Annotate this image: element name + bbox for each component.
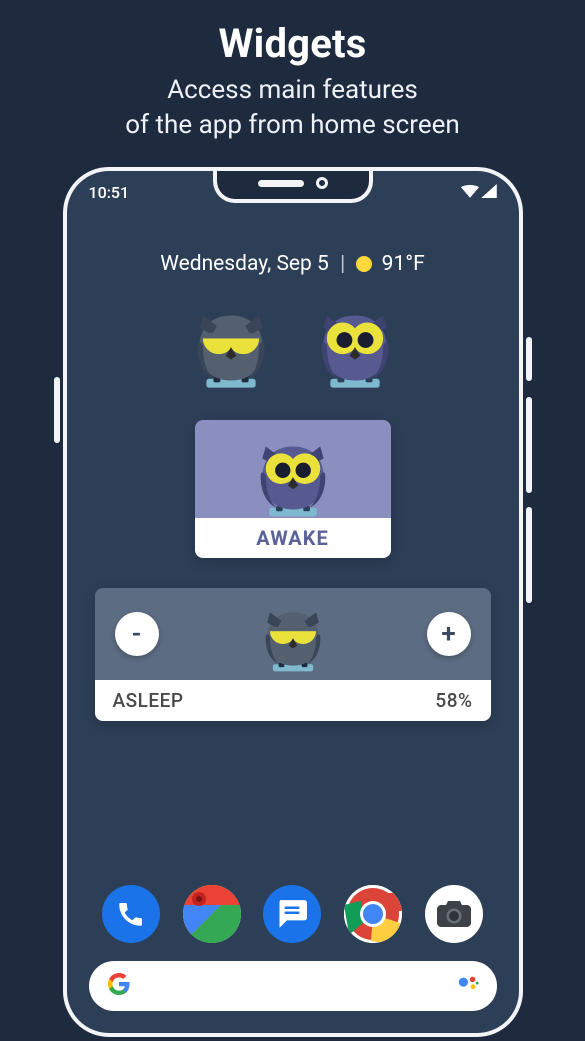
google-g-icon <box>107 972 131 1000</box>
promo-title: Widgets <box>20 20 565 67</box>
search-bar[interactable] <box>89 961 497 1011</box>
notch <box>213 167 373 203</box>
owl-asleep-toggle[interactable] <box>187 306 275 390</box>
volume-up-icon <box>526 397 532 493</box>
front-camera-icon <box>316 177 328 189</box>
phone-mockup: 10:51 Wednesday, Sep 5 | 91°F <box>63 167 523 1037</box>
awake-label: AWAKE <box>195 518 391 558</box>
owl-awake-icon <box>250 438 336 518</box>
minus-button[interactable]: - <box>115 612 159 656</box>
speaker-icon <box>258 180 304 187</box>
asleep-label: ASLEEP <box>113 689 184 712</box>
asleep-percent: 58% <box>435 689 472 712</box>
assistant-icon <box>457 973 479 999</box>
phone-app-icon[interactable] <box>102 885 160 943</box>
camera-app-icon[interactable] <box>425 885 483 943</box>
temperature-text: 91°F <box>382 252 425 276</box>
plus-button[interactable]: + <box>427 612 471 656</box>
owl-asleep-icon <box>257 605 329 673</box>
messages-app-icon[interactable] <box>263 885 321 943</box>
status-time: 10:51 <box>89 183 130 202</box>
date-text: Wednesday, Sep 5 <box>160 252 329 276</box>
date-weather-widget[interactable]: Wednesday, Sep 5 | 91°F <box>67 252 519 276</box>
volume-down-icon <box>526 507 532 603</box>
asleep-widget: - + ASLEEP 58% <box>95 588 491 721</box>
side-button-icon <box>526 337 532 381</box>
maps-app-icon[interactable] <box>183 885 241 943</box>
wifi-icon <box>461 183 479 202</box>
promo-subtitle: Access main features of the app from hom… <box>20 73 565 143</box>
cell-signal-icon <box>481 183 497 202</box>
chrome-app-icon[interactable] <box>344 885 402 943</box>
awake-widget[interactable]: AWAKE <box>195 420 391 558</box>
sun-icon <box>356 256 372 272</box>
dock <box>67 885 519 943</box>
owl-awake-toggle[interactable] <box>311 306 399 390</box>
power-button-icon <box>54 377 60 443</box>
